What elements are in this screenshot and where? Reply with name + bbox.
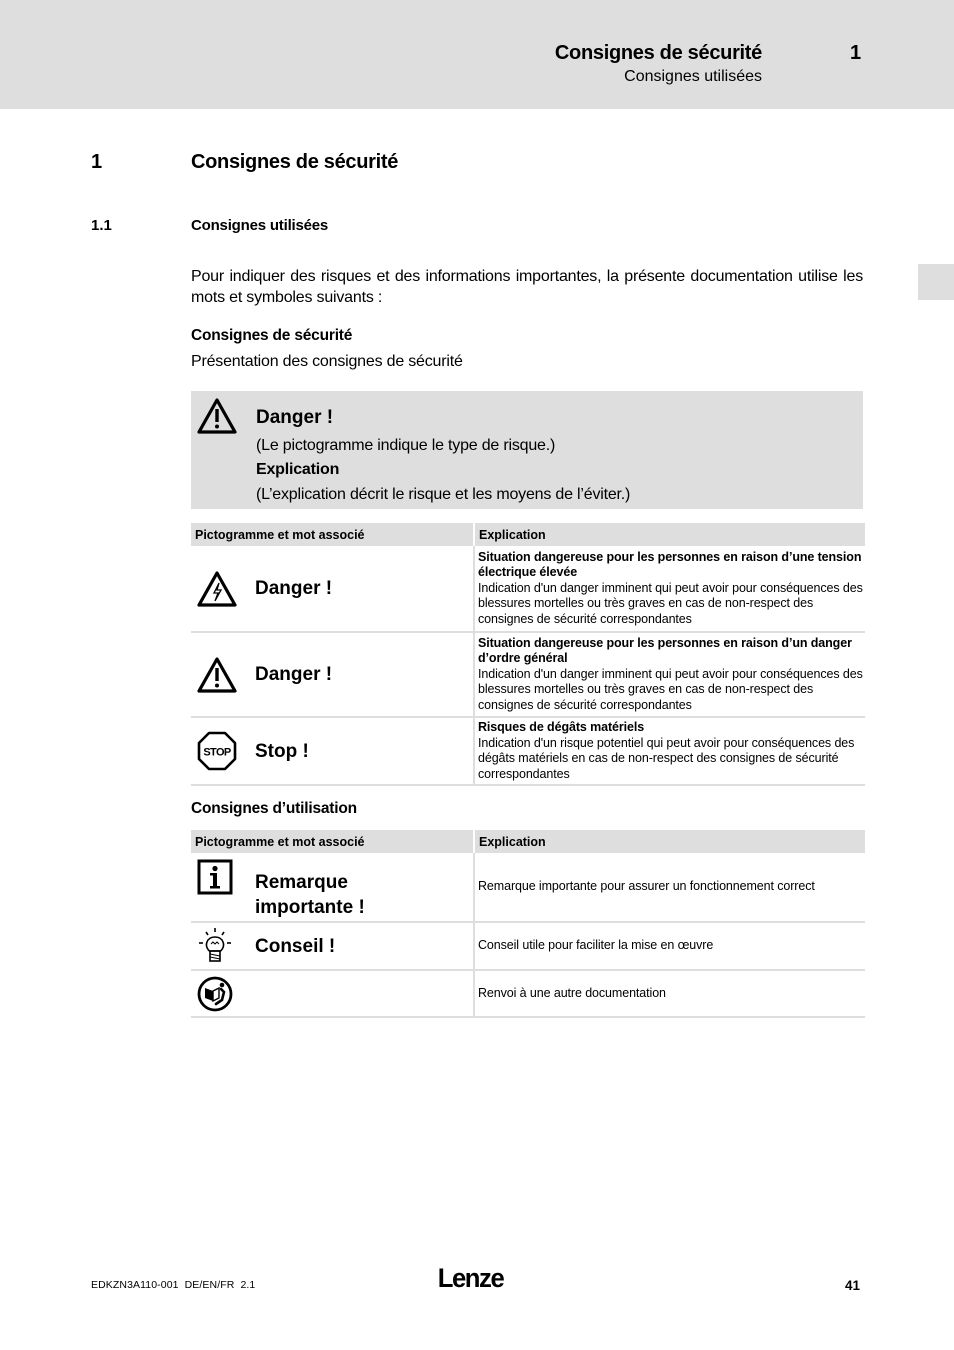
pictogram-cell <box>191 970 475 1018</box>
info-icon <box>196 858 238 898</box>
signal-word: Stop ! <box>255 740 309 762</box>
table-header-row: Pictogramme et mot associé Explication <box>191 830 865 853</box>
pictogram-cell: Conseil ! <box>191 922 475 971</box>
table-row: Danger ! Situation dangereuse pour les p… <box>191 546 865 633</box>
explication-title: Risques de dégâts matériels <box>478 720 645 734</box>
danger-example-explication-label: Explication <box>256 461 340 478</box>
reference-book-icon <box>196 974 238 1014</box>
explication-text: Indication d'un danger imminent qui peut… <box>478 666 863 712</box>
electric-hazard-icon <box>196 569 238 609</box>
table-row: Conseil ! Conseil utile pour faciliter l… <box>191 922 865 971</box>
page-number: 41 <box>845 1278 861 1293</box>
warning-triangle-icon <box>196 397 238 435</box>
safety-table: Pictogramme et mot associé Explication D… <box>191 523 865 786</box>
usage-word-line2: importante ! <box>255 897 365 918</box>
pictogram-cell: Remarque importante ! <box>191 853 475 923</box>
section-title: Consignes de sécurité <box>191 151 399 173</box>
usage-table: Pictogramme et mot associé Explication R… <box>191 830 865 1018</box>
explication-cell: Renvoi à une autre documentation <box>474 970 865 1018</box>
chapter-side-tab <box>918 264 954 300</box>
lenze-logo: Lenze <box>437 1263 505 1293</box>
usage-word-line1: Remarque <box>255 872 348 893</box>
table-row: Remarque importante ! Remarque important… <box>191 853 865 923</box>
explication-text: Indication d'un danger imminent qui peut… <box>478 580 863 626</box>
section-number: 1 <box>91 151 103 173</box>
pictogram-cell: STOP Stop ! <box>191 717 475 786</box>
pictogram-cell: Danger ! <box>191 546 475 633</box>
column-header-pictogram: Pictogramme et mot associé <box>191 523 475 546</box>
stop-icon: STOP <box>196 731 238 771</box>
explication-cell: Remarque importante pour assurer un fonc… <box>474 853 865 923</box>
explication-cell: Conseil utile pour faciliter la mise en … <box>474 922 865 971</box>
header-chapter-number: 1 <box>850 42 862 64</box>
signal-word: Danger ! <box>255 578 333 599</box>
danger-example-line: (Le pictogramme indique le type de risqu… <box>256 437 556 454</box>
table-header-row: Pictogramme et mot associé Explication <box>191 523 865 546</box>
safety-heading: Consignes de sécurité <box>191 327 353 344</box>
svg-text:STOP: STOP <box>203 747 231 759</box>
danger-example-explication-text: (L’explication décrit le risque et les m… <box>256 486 631 503</box>
usage-word: Remarque importante ! <box>255 870 365 920</box>
intro-paragraph: Pour indiquer des risques et des informa… <box>191 268 863 306</box>
page-header: Consignes de sécurité 1 Consignes utilis… <box>0 0 954 109</box>
usage-heading: Consignes d’utilisation <box>191 800 357 817</box>
header-title: Consignes de sécurité <box>554 42 762 64</box>
header-subtitle: Consignes utilisées <box>624 68 762 85</box>
danger-example-title: Danger ! <box>256 407 334 428</box>
column-header-pictogram: Pictogramme et mot associé <box>191 830 475 853</box>
explication-text: Indication d'un risque potentiel qui peu… <box>478 735 855 781</box>
lightbulb-tip-icon <box>196 926 238 966</box>
usage-word: Conseil ! <box>255 935 336 957</box>
column-header-explication: Explication <box>474 523 865 546</box>
explication-cell: Risques de dégâts matériels Indication d… <box>474 717 865 786</box>
column-header-explication: Explication <box>474 830 865 853</box>
pictogram-cell: Danger ! <box>191 632 475 718</box>
table-row: Danger ! Situation dangereuse pour les p… <box>191 632 865 718</box>
signal-word: Danger ! <box>255 664 333 685</box>
explication-title: Situation dangereuse pour les personnes … <box>478 635 852 666</box>
explication-title: Situation dangereuse pour les personnes … <box>478 549 862 580</box>
document-code: EDKZN3A110-001 DE/EN/FR 2.1 <box>91 1279 256 1291</box>
safety-description: Présentation des consignes de sécurité <box>191 353 463 370</box>
explication-cell: Situation dangereuse pour les personnes … <box>474 632 865 718</box>
subsection-title: Consignes utilisées <box>191 217 329 234</box>
subsection-number: 1.1 <box>91 217 112 234</box>
explication-cell: Situation dangereuse pour les personnes … <box>474 546 865 633</box>
general-danger-icon <box>196 655 238 695</box>
table-row: STOP Stop ! Risques de dégâts matériels … <box>191 717 865 786</box>
table-row: Renvoi à une autre documentation <box>191 970 865 1018</box>
danger-example-box: Danger ! (Le pictogramme indique le type… <box>191 391 863 509</box>
